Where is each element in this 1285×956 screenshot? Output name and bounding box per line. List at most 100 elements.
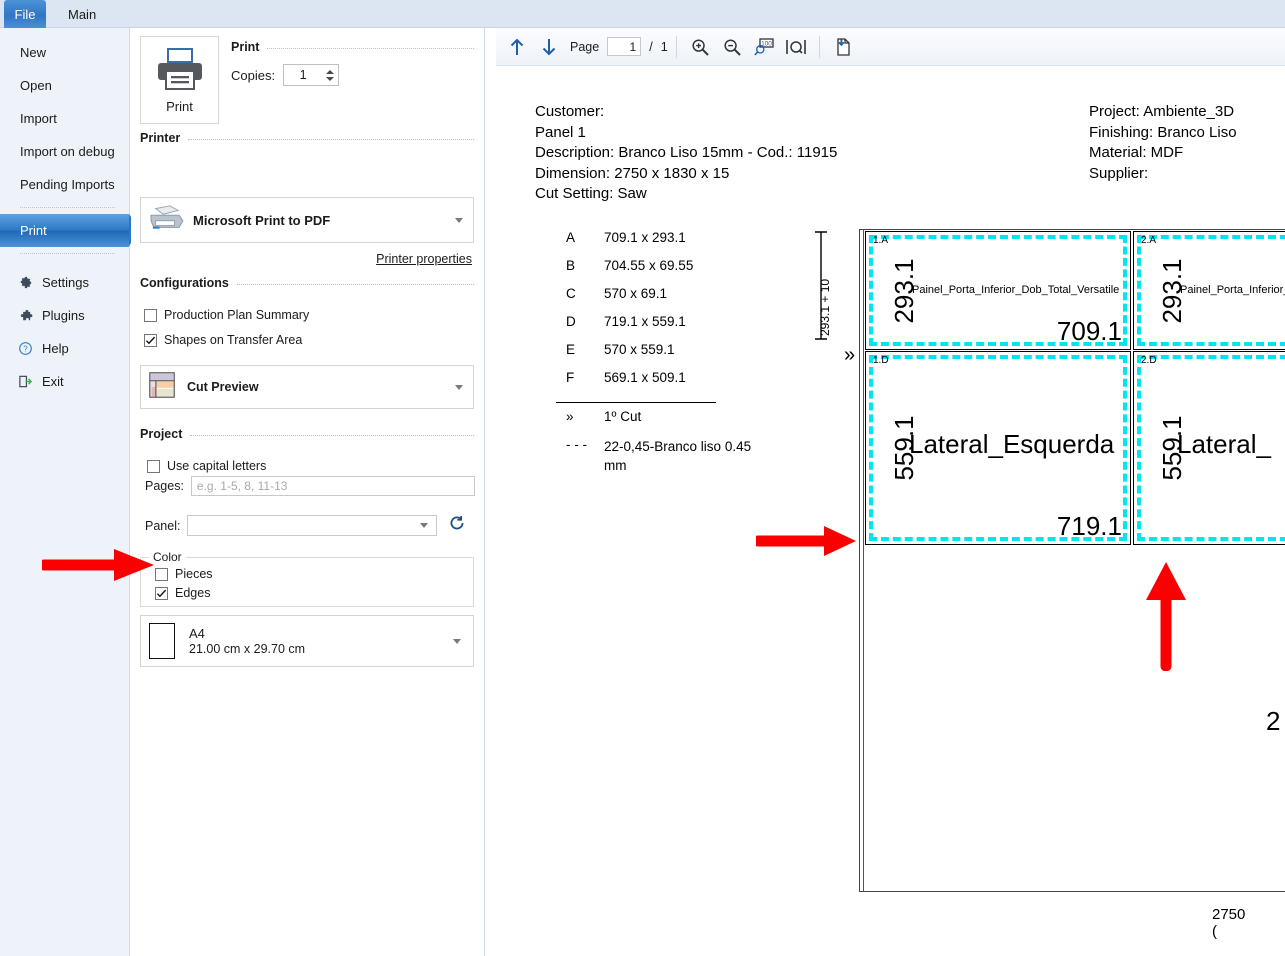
checkbox-production-plan-summary[interactable]: Production Plan Summary	[144, 308, 309, 322]
panel-select[interactable]	[187, 515, 438, 536]
panel-row: Panel:	[145, 514, 466, 537]
cut-preview-icon	[147, 370, 177, 405]
prev-page-button[interactable]	[502, 32, 532, 62]
printer-properties-link[interactable]: Printer properties	[376, 252, 472, 266]
fit-page-button[interactable]	[781, 32, 811, 62]
piece-name: Lateral_	[1177, 429, 1271, 459]
print-section-header: Print	[231, 40, 474, 56]
legend-row: D 719.1 x 559.1	[556, 314, 764, 342]
refresh-icon[interactable]	[448, 514, 466, 537]
piece-width: 709.1	[1056, 316, 1122, 346]
piece-2A: 2.A 293.1 Painel_Porta_Inferior_D 709	[1133, 231, 1285, 350]
nav-item-pending-imports[interactable]: Pending Imports	[0, 168, 129, 201]
piece-id: 2.D	[1141, 355, 1157, 366]
legend-value: 22-0,45-Branco liso 0.45 mm	[604, 439, 752, 473]
nav-item-help[interactable]: ? Help	[0, 332, 129, 365]
piece-width: 719.1	[1056, 511, 1122, 541]
checkbox-color-pieces-label: Pieces	[175, 567, 213, 581]
checkbox-shapes-on-transfer-area[interactable]: Shapes on Transfer Area	[144, 333, 302, 347]
copies-stepper[interactable]: 1	[283, 64, 340, 86]
color-group: Color Pieces Edges	[140, 550, 474, 607]
legend-key: F	[566, 370, 575, 385]
nav-item-settings-label: Settings	[42, 275, 89, 290]
nav-item-new-label: New	[20, 45, 47, 60]
checkbox-shapes-on-transfer-area-label: Shapes on Transfer Area	[164, 333, 303, 347]
pages-row: Pages: e.g. 1-5, 8, 11-13	[145, 476, 475, 496]
legend-row: - - - 22-0,45-Branco liso 0.45 mm	[556, 437, 764, 475]
zoom-out-button[interactable]	[717, 32, 747, 62]
print-button[interactable]: Print	[140, 36, 219, 124]
nav-item-settings[interactable]: Settings	[0, 266, 129, 299]
zoom-in-button[interactable]	[685, 32, 715, 62]
document-preview-sheet: Customer: Panel 1 Description: Branco Li…	[496, 66, 1285, 956]
pages-input[interactable]: e.g. 1-5, 8, 11-13	[190, 476, 475, 496]
report-type-select[interactable]: Cut Preview	[140, 365, 474, 409]
checkbox-box[interactable]	[147, 459, 160, 473]
checkbox-box[interactable]	[144, 308, 157, 322]
paper-size: 21.00 cm x 29.70 cm	[189, 642, 306, 656]
project-section-header: Project	[140, 427, 474, 443]
nav-item-import[interactable]: Import	[0, 102, 129, 135]
legend-key: D	[566, 314, 576, 329]
zoom-in-icon	[692, 38, 709, 56]
piece-name: Painel_Porta_Inferior_Dob_Total_Versatil…	[912, 284, 1120, 296]
report-type-value: Cut Preview	[187, 380, 259, 394]
application-window: File Main New Open Import Import on debu…	[0, 0, 1285, 956]
legend-key: E	[566, 342, 576, 357]
nav-item-import-on-debug-label: Import on debug	[20, 144, 115, 159]
puzzle-icon	[16, 307, 34, 325]
tab-file[interactable]: File	[4, 0, 46, 28]
legend-value: 719.1 x 559.1	[604, 314, 686, 329]
chevron-down-icon	[453, 638, 461, 644]
nav-item-pending-imports-label: Pending Imports	[20, 177, 115, 192]
printer-select[interactable]: Microsoft Print to PDF	[140, 197, 474, 243]
legend-value: 1º Cut	[604, 409, 642, 424]
legend-row: A 709.1 x 293.1	[556, 230, 764, 258]
legend-value: 704.55 x 69.55	[604, 258, 694, 273]
nav-item-open[interactable]: Open	[0, 69, 129, 102]
paper-size-select[interactable]: A4 21.00 cm x 29.70 cm	[140, 615, 474, 667]
printer-section-rule	[188, 138, 474, 140]
page-number-input[interactable]: 1	[607, 37, 642, 56]
checkbox-use-capital-letters-label: Use capital letters	[167, 459, 267, 473]
configurations-title: Configurations	[140, 276, 229, 290]
tab-main-label: Main	[68, 6, 97, 22]
piece-id: 1.A	[873, 235, 889, 246]
export-document-button[interactable]	[828, 32, 858, 62]
checkmark-icon	[145, 336, 156, 344]
print-section-rule	[267, 47, 474, 49]
copies-spinner-arrows[interactable]	[322, 65, 338, 85]
nav-item-new[interactable]: New	[0, 36, 129, 69]
annotation-arrow-edges-checkbox	[42, 549, 154, 581]
piece-name: Painel_Porta_Inferior_D	[1180, 284, 1285, 296]
checkbox-color-edges[interactable]: Edges	[155, 586, 210, 600]
next-page-button[interactable]	[534, 32, 564, 62]
checkbox-use-capital-letters[interactable]: Use capital letters	[147, 459, 266, 473]
nav-item-import-on-debug[interactable]: Import on debug	[0, 135, 129, 168]
zoom-100-button[interactable]: 100	[749, 32, 779, 62]
nav-item-plugins-label: Plugins	[42, 308, 85, 323]
legend-value: 570 x 559.1	[604, 342, 675, 357]
preview-toolbar: Page 1 / 1 100	[496, 28, 1285, 66]
export-document-icon	[836, 37, 850, 56]
zoom-out-icon	[724, 38, 741, 56]
nav-item-open-label: Open	[20, 78, 52, 93]
checkbox-color-edges-label: Edges	[175, 586, 211, 600]
annotation-arrow-up-piece	[1146, 562, 1186, 671]
checkbox-box[interactable]	[144, 333, 157, 347]
project-title: Project	[140, 427, 183, 441]
nav-item-print[interactable]: Print	[0, 214, 140, 247]
nav-item-exit[interactable]: Exit	[0, 365, 129, 398]
legend-row: E 570 x 559.1	[556, 342, 764, 370]
printer-icon	[155, 46, 205, 97]
tab-main[interactable]: Main	[54, 0, 110, 28]
nav-divider-2	[20, 253, 115, 254]
piece-id: 1.D	[873, 355, 889, 366]
checkbox-box[interactable]	[155, 586, 168, 600]
nav-item-plugins[interactable]: Plugins	[0, 299, 129, 332]
piece-2D: 2.D 559.1 Lateral_ 719	[1133, 351, 1285, 545]
zoom-100-icon: 100	[753, 37, 774, 56]
vertical-dimension-label: 293.1 + 10	[818, 278, 832, 336]
printer-section-title: Printer	[140, 131, 181, 145]
configurations-section-header: Configurations	[140, 276, 474, 292]
